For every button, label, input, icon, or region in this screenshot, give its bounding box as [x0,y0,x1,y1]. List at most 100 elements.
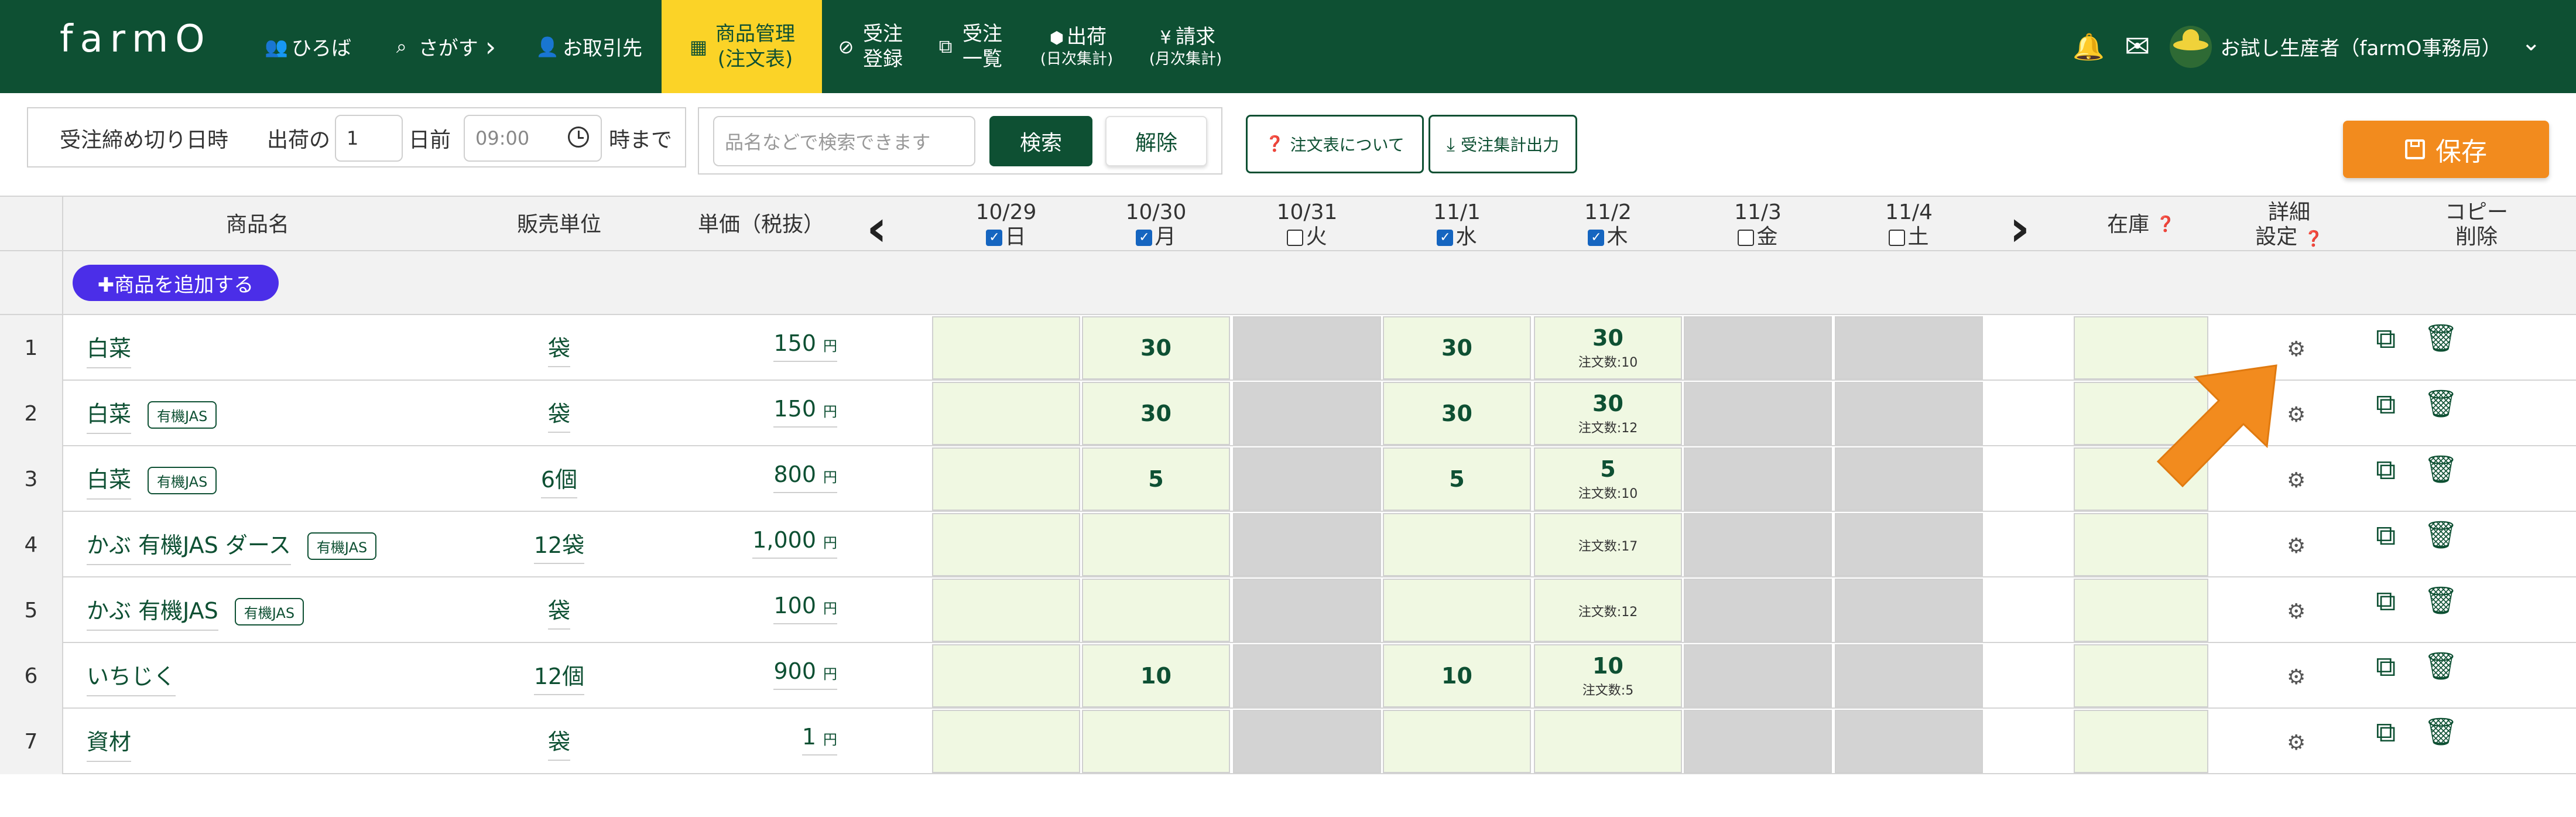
time-input[interactable]: 09:00 [464,115,602,162]
unit-price[interactable]: 150 円 [732,330,837,362]
trash-icon[interactable]: 🗑 [2424,453,2458,486]
unit-price[interactable]: 150 円 [732,396,837,428]
gear-icon[interactable]: ⚙ [2287,731,2306,755]
search-input[interactable]: 品名などで検索できます [713,116,975,166]
quantity-cell[interactable]: 30 [1082,382,1230,445]
mail-icon[interactable]: ✉ [2125,29,2150,64]
nav-juchu-ichiran[interactable]: ⧉ 受注 一覧 [931,0,1007,93]
product-name[interactable]: 白菜 有機JAS [87,396,217,434]
add-product-button[interactable]: ✚商品を追加する [73,265,279,301]
gear-icon[interactable]: ⚙ [2287,337,2306,361]
copy-icon[interactable]: ⧉ [2376,716,2396,749]
next-week-arrow[interactable]: › [2009,199,2030,258]
quantity-cell[interactable]: 5 [1082,447,1230,511]
nav-product-management[interactable]: ▦ 商品管理 (注文表) [662,0,822,93]
sales-unit[interactable]: 袋 [501,330,618,367]
nav-juchu-toroku[interactable]: ⊘ 受注 登録 [831,0,907,93]
unit-price[interactable]: 100 円 [732,593,837,624]
days-before-input[interactable]: 1 [335,115,403,162]
search-button[interactable]: 検索 [989,116,1092,166]
gear-icon[interactable]: ⚙ [2287,534,2306,558]
stock-input[interactable] [2074,644,2208,707]
quantity-cell[interactable]: 10 注文数:5 [1534,644,1682,707]
product-name[interactable]: かぶ 有機JAS ダース 有機JAS [87,527,377,565]
product-name[interactable]: いちじく [87,658,176,696]
about-order-sheet-button[interactable]: ❓ 注文表について [1246,115,1424,173]
nav-seikyu[interactable]: ¥ 請求 (月次集計) [1142,0,1229,93]
trash-icon[interactable]: 🗑 [2424,322,2458,354]
day-checkbox[interactable]: ✓ [1136,229,1153,246]
quantity-cell[interactable] [932,710,1080,773]
product-name[interactable]: かぶ 有機JAS 有機JAS [87,593,304,631]
trash-icon[interactable]: 🗑 [2424,519,2458,551]
nav-torihiki[interactable]: 👤 お取引先 [530,0,648,93]
quantity-cell[interactable]: 10 [1082,644,1230,707]
question-circle-icon[interactable]: ❓ [2304,230,2323,248]
quantity-cell[interactable]: 30 注文数:12 [1534,382,1682,445]
nav-hiroba[interactable]: 👥 ひろば [261,0,355,93]
gear-icon[interactable]: ⚙ [2287,665,2306,689]
quantity-cell[interactable]: 10 [1383,644,1531,707]
quantity-cell[interactable] [1383,579,1531,642]
nav-shukka[interactable]: ⬢ 出荷 (日次集計) [1033,0,1121,93]
quantity-cell[interactable] [932,447,1080,511]
farmo-logo[interactable]: farmO [60,18,212,61]
quantity-cell[interactable] [1383,513,1531,576]
copy-icon[interactable]: ⧉ [2376,584,2396,618]
quantity-cell[interactable] [932,579,1080,642]
stock-input[interactable] [2074,710,2208,773]
copy-icon[interactable]: ⧉ [2376,650,2396,683]
sales-unit[interactable]: 袋 [501,593,618,630]
quantity-cell[interactable]: 30 注文数:10 [1534,316,1682,380]
day-checkbox[interactable] [1738,229,1755,246]
export-summary-button[interactable]: ⤓ 受注集計出力 [1429,115,1577,173]
clear-button[interactable]: 解除 [1105,116,1207,166]
copy-icon[interactable]: ⧉ [2376,519,2396,552]
trash-icon[interactable]: 🗑 [2424,650,2458,682]
sales-unit[interactable]: 袋 [501,724,618,761]
sales-unit[interactable]: 12個 [501,658,618,695]
copy-icon[interactable]: ⧉ [2376,388,2396,421]
quantity-cell[interactable]: 5 [1383,447,1531,511]
product-name[interactable]: 白菜 [87,330,132,368]
quantity-cell[interactable] [1082,579,1230,642]
stock-input[interactable] [2074,579,2208,642]
product-name[interactable]: 白菜 有機JAS [87,462,217,500]
day-checkbox[interactable]: ✓ [1588,229,1605,246]
product-name[interactable]: 資材 [87,724,132,762]
trash-icon[interactable]: 🗑 [2424,584,2458,617]
stock-input[interactable] [2074,513,2208,576]
user-name[interactable]: お試し生産者（farmO事務局） [2220,32,2501,61]
quantity-cell[interactable]: 注文数:12 [1534,579,1682,642]
gear-icon[interactable]: ⚙ [2287,469,2306,493]
sales-unit[interactable]: 12袋 [501,527,618,564]
chevron-down-icon[interactable]: ⌄ [2521,29,2541,56]
quantity-cell[interactable] [1082,513,1230,576]
trash-icon[interactable]: 🗑 [2424,388,2458,420]
day-checkbox[interactable]: ✓ [1437,229,1454,246]
quantity-cell[interactable] [932,382,1080,445]
quantity-cell[interactable] [932,316,1080,380]
unit-price[interactable]: 1,000 円 [732,527,837,559]
quantity-cell[interactable] [932,513,1080,576]
unit-price[interactable]: 800 円 [732,462,837,493]
quantity-cell[interactable] [1082,710,1230,773]
copy-icon[interactable]: ⧉ [2376,453,2396,487]
bell-icon[interactable]: 🔔 [2073,32,2105,62]
quantity-cell[interactable]: 注文数:17 [1534,513,1682,576]
prev-week-arrow[interactable]: ‹ [866,199,887,258]
nav-sagasu[interactable]: ⌕ さがす › [379,0,508,93]
quantity-cell[interactable] [1383,710,1531,773]
quantity-cell[interactable]: 30 [1383,316,1531,380]
sales-unit[interactable]: 6個 [501,462,618,498]
sales-unit[interactable]: 袋 [501,396,618,433]
gear-icon[interactable]: ⚙ [2287,600,2306,624]
day-checkbox[interactable] [1889,229,1906,246]
trash-icon[interactable]: 🗑 [2424,716,2458,748]
question-circle-icon[interactable]: ❓ [2156,216,2175,234]
gear-icon[interactable]: ⚙ [2287,403,2306,427]
save-button[interactable]: 保存 [2343,121,2549,178]
quantity-cell[interactable]: 30 [1383,382,1531,445]
quantity-cell[interactable] [1534,710,1682,773]
quantity-cell[interactable]: 30 [1082,316,1230,380]
